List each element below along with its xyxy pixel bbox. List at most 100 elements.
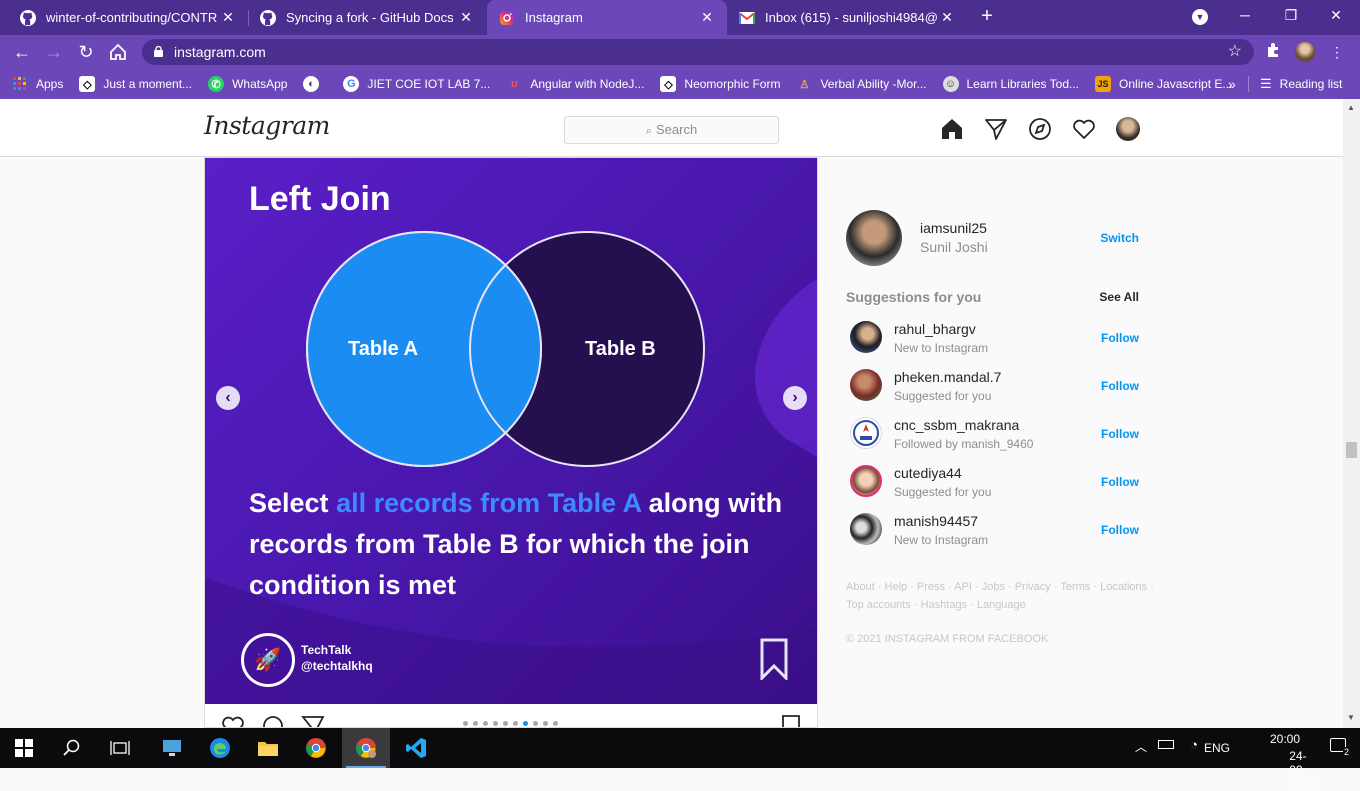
chrome-icon[interactable] <box>292 728 340 768</box>
follow-button[interactable]: Follow <box>1101 331 1139 345</box>
windows-start-icon[interactable] <box>0 728 48 768</box>
instagram-logo[interactable]: Instagram <box>204 111 330 140</box>
like-icon[interactable] <box>221 714 245 728</box>
scroll-up-arrow[interactable]: ▲ <box>1347 103 1355 112</box>
edge-icon[interactable] <box>196 728 244 768</box>
bookmark-verbal-ability[interactable]: ♙ Verbal Ability -Mor... <box>796 76 927 92</box>
home-icon[interactable] <box>105 40 131 64</box>
search-icon[interactable] <box>48 728 96 768</box>
carousel-prev-button[interactable]: ‹ <box>216 386 240 410</box>
battery-icon[interactable] <box>1158 740 1174 749</box>
carousel-next-button[interactable]: › <box>783 386 807 410</box>
bookmark-label: Learn Libraries Tod... <box>966 77 1080 91</box>
more-bookmarks-button[interactable]: » <box>1228 76 1236 92</box>
follow-button[interactable]: Follow <box>1101 523 1139 537</box>
file-explorer-icon[interactable] <box>244 728 292 768</box>
clock-date[interactable]: 24-09-2021 <box>1289 749 1316 791</box>
tab-inbox[interactable]: Inbox (615) - suniljoshi4984@gm ✕ <box>727 0 967 35</box>
bookmark-apps[interactable]: Apps <box>12 76 63 92</box>
bookmark-globe[interactable]: ◐ <box>303 76 327 92</box>
robot-icon: ☺ <box>942 76 959 92</box>
task-view-icon[interactable] <box>96 728 144 768</box>
codepen-icon: ◇ <box>660 76 677 92</box>
forward-icon[interactable]: → <box>41 40 67 64</box>
suggestion-row: pheken.mandal.7 Suggested for you Follow <box>846 369 1139 417</box>
suggestion-avatar[interactable] <box>850 369 882 401</box>
heart-icon[interactable] <box>1072 117 1096 141</box>
switch-account-button[interactable]: Switch <box>1100 231 1139 245</box>
footer-links[interactable]: About · Help · Press · API · Jobs · Priv… <box>846 581 1154 593</box>
close-tab-icon[interactable]: ✕ <box>697 9 717 26</box>
udemy-icon: u <box>510 78 518 90</box>
search-input[interactable]: ⌕ Search <box>564 116 779 144</box>
github-icon <box>260 9 276 26</box>
follow-button[interactable]: Follow <box>1101 379 1139 393</box>
tab-syncing-a-fork[interactable]: Syncing a fork - GitHub Docs ✕ <box>248 0 486 35</box>
bookmark-neomorphic-form[interactable]: ◇ Neomorphic Form <box>660 76 780 92</box>
close-window-icon[interactable]: ✕ <box>1324 4 1348 26</box>
bookmark-learn-libraries[interactable]: ☺ Learn Libraries Tod... <box>942 76 1080 92</box>
save-icon[interactable] <box>781 714 801 728</box>
suggestion-avatar[interactable] <box>850 513 882 545</box>
share-icon[interactable] <box>301 714 325 728</box>
back-icon[interactable]: ← <box>9 40 35 64</box>
suggestion-avatar[interactable] <box>850 417 882 449</box>
copyright: © 2021 INSTAGRAM FROM FACEBOOK <box>846 633 1049 645</box>
bookmark-whatsapp[interactable]: ✆ WhatsApp <box>208 76 287 92</box>
footer-links-2[interactable]: Top accounts · Hashtags · Language <box>846 599 1026 611</box>
wifi-icon[interactable]: ◔ <box>1190 737 1198 752</box>
profile-avatar[interactable] <box>1295 42 1315 62</box>
scroll-thumb[interactable] <box>1346 442 1357 458</box>
address-bar[interactable]: instagram.com ☆ <box>142 39 1254 65</box>
vscode-icon[interactable] <box>392 728 440 768</box>
restore-icon[interactable]: ❐ <box>1279 4 1303 26</box>
bookmark-angular-nodejs[interactable]: u Angular with NodeJ... <box>506 76 644 92</box>
reload-icon[interactable]: ↻ <box>73 40 99 64</box>
suggestion-username[interactable]: manish94457 <box>894 513 978 529</box>
see-all-link[interactable]: See All <box>1099 290 1139 304</box>
chrome-profile-icon[interactable] <box>342 728 390 768</box>
bookmark-online-javascript[interactable]: JS Online Javascript E... <box>1095 76 1232 92</box>
page-scrollbar[interactable]: ▲ ▼ <box>1343 99 1360 728</box>
close-tab-icon[interactable]: ✕ <box>937 9 957 26</box>
reading-list-button[interactable]: ☰ Reading list <box>1260 76 1342 92</box>
bookmark-jiet-coe[interactable]: G JIET COE IOT LAB 7... <box>343 76 490 92</box>
suggestion-username[interactable]: cutediya44 <box>894 465 962 481</box>
tab-search-icon[interactable]: ▼ <box>1192 9 1208 25</box>
current-username[interactable]: iamsunil25 <box>920 220 987 236</box>
carousel-dot <box>553 721 558 726</box>
suggestion-username[interactable]: pheken.mandal.7 <box>894 369 1001 385</box>
minimize-icon[interactable]: ─ <box>1233 4 1257 26</box>
clock-time[interactable]: 20:00 <box>1270 732 1300 746</box>
menu-icon[interactable]: ⋮ <box>1327 42 1347 62</box>
suggestion-avatar[interactable] <box>850 465 882 497</box>
suggestion-username[interactable]: cnc_ssbm_makrana <box>894 417 1019 433</box>
bookmarks-bar: Apps ◇ Just a moment... ✆ WhatsApp ◐ G J… <box>0 69 1360 99</box>
tab-winter-of-contributing[interactable]: winter-of-contributing/CONTRIBU ✕ <box>8 0 248 35</box>
comment-icon[interactable] <box>261 714 285 728</box>
suggestion-avatar[interactable] <box>850 321 882 353</box>
post-image[interactable]: Left Join Table A Table B Select all rec… <box>205 158 817 704</box>
suggestion-username[interactable]: rahul_bhargv <box>894 321 976 337</box>
current-user-avatar[interactable] <box>846 210 902 266</box>
direct-message-icon[interactable] <box>984 117 1008 141</box>
tab-instagram[interactable]: Instagram ✕ <box>487 0 727 35</box>
profile-avatar[interactable] <box>1116 117 1140 141</box>
explore-icon[interactable] <box>1028 117 1052 141</box>
home-icon[interactable] <box>940 117 964 141</box>
close-tab-icon[interactable]: ✕ <box>218 9 238 26</box>
scroll-down-arrow[interactable]: ▼ <box>1347 713 1355 722</box>
extensions-icon[interactable] <box>1263 42 1283 62</box>
computer-icon[interactable] <box>148 728 196 768</box>
tab-strip: winter-of-contributing/CONTRIBU ✕ Syncin… <box>0 0 1360 35</box>
star-icon[interactable]: ☆ <box>1228 39 1242 65</box>
bookmark-label: Verbal Ability -Mor... <box>820 77 927 91</box>
follow-button[interactable]: Follow <box>1101 427 1139 441</box>
bookmark-just-a-moment[interactable]: ◇ Just a moment... <box>79 76 192 92</box>
chevron-up-icon[interactable]: ︿ <box>1135 738 1147 755</box>
follow-button[interactable]: Follow <box>1101 475 1139 489</box>
new-tab-button[interactable]: + <box>976 5 998 27</box>
language-indicator[interactable]: ENG <box>1204 741 1230 755</box>
close-tab-icon[interactable]: ✕ <box>456 9 476 26</box>
suggestion-subtitle: Followed by manish_9460 <box>894 437 1034 451</box>
